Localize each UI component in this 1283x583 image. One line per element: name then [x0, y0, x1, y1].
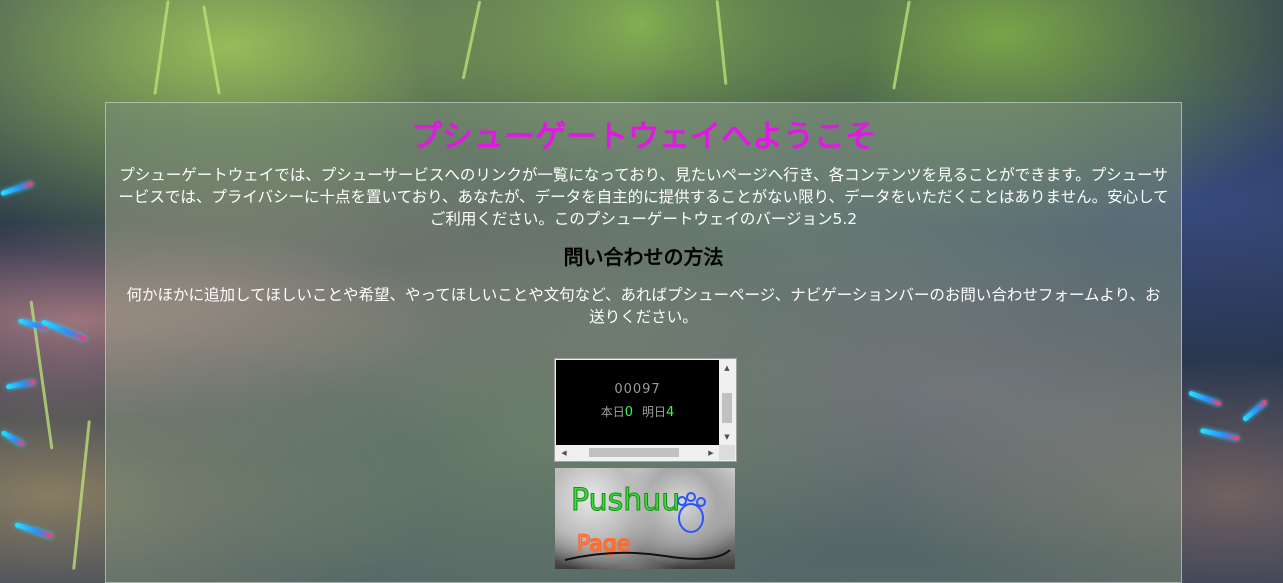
- plant-frond: [461, 0, 482, 80]
- scroll-down-arrow-icon[interactable]: ▼: [719, 432, 735, 442]
- fish: [1199, 427, 1241, 442]
- counter-today-value: 0: [624, 405, 633, 420]
- page-title: プシューゲートウェイへようこそ: [411, 119, 876, 155]
- counter-total: 00097: [614, 382, 661, 397]
- paw-icon: [677, 492, 706, 533]
- plant-frond: [72, 420, 91, 570]
- fish: [0, 429, 26, 448]
- vertical-scrollbar[interactable]: ▲ ▼: [719, 360, 735, 445]
- counter-today-label: 本日: [600, 405, 625, 419]
- scroll-left-arrow-icon[interactable]: ◀: [556, 448, 572, 458]
- vertical-scroll-thumb[interactable]: [722, 393, 732, 423]
- counter-tomorrow-value: 4: [666, 405, 675, 420]
- contact-text: 何かほかに追加してほしいことや希望、やってほしいことや文句など、あればプシューペ…: [126, 286, 1161, 326]
- counter-tomorrow-label: 明日: [642, 405, 667, 419]
- fish: [1241, 398, 1269, 423]
- banner-graphic: Pushuu Page: [564, 483, 731, 561]
- intro-text: プシューゲートウェイでは、プシューサービスへのリンクが一覧になっており、見たいペ…: [118, 166, 1169, 228]
- banner-text-line1: Pushuu: [571, 483, 680, 518]
- scrollbar-corner: [719, 445, 735, 460]
- main-content-panel: プシューゲートウェイへようこそ プシューゲートウェイでは、プシューサービスへのリ…: [105, 102, 1182, 583]
- access-counter: 00097 本日0 明日4: [556, 360, 719, 445]
- fish: [40, 319, 88, 342]
- fish: [0, 180, 34, 197]
- scroll-right-arrow-icon[interactable]: ▶: [703, 448, 719, 458]
- plant-frond: [153, 0, 170, 95]
- plant-frond: [892, 0, 911, 90]
- plant-frond: [715, 0, 728, 85]
- counter-stats: 本日0 明日4: [556, 403, 719, 420]
- fish: [1188, 390, 1222, 407]
- pushuu-page-banner[interactable]: Pushuu Page: [555, 468, 735, 569]
- fish: [5, 379, 37, 390]
- horizontal-scrollbar[interactable]: ◀ ▶: [556, 445, 719, 460]
- contact-heading: 問い合わせの方法: [563, 245, 724, 269]
- fish: [14, 521, 54, 540]
- scroll-up-arrow-icon[interactable]: ▲: [719, 363, 735, 373]
- horizontal-scroll-thumb[interactable]: [589, 448, 679, 457]
- access-counter-frame[interactable]: 00097 本日0 明日4 ▲ ▼ ◀ ▶: [554, 358, 737, 462]
- plant-frond: [202, 5, 221, 95]
